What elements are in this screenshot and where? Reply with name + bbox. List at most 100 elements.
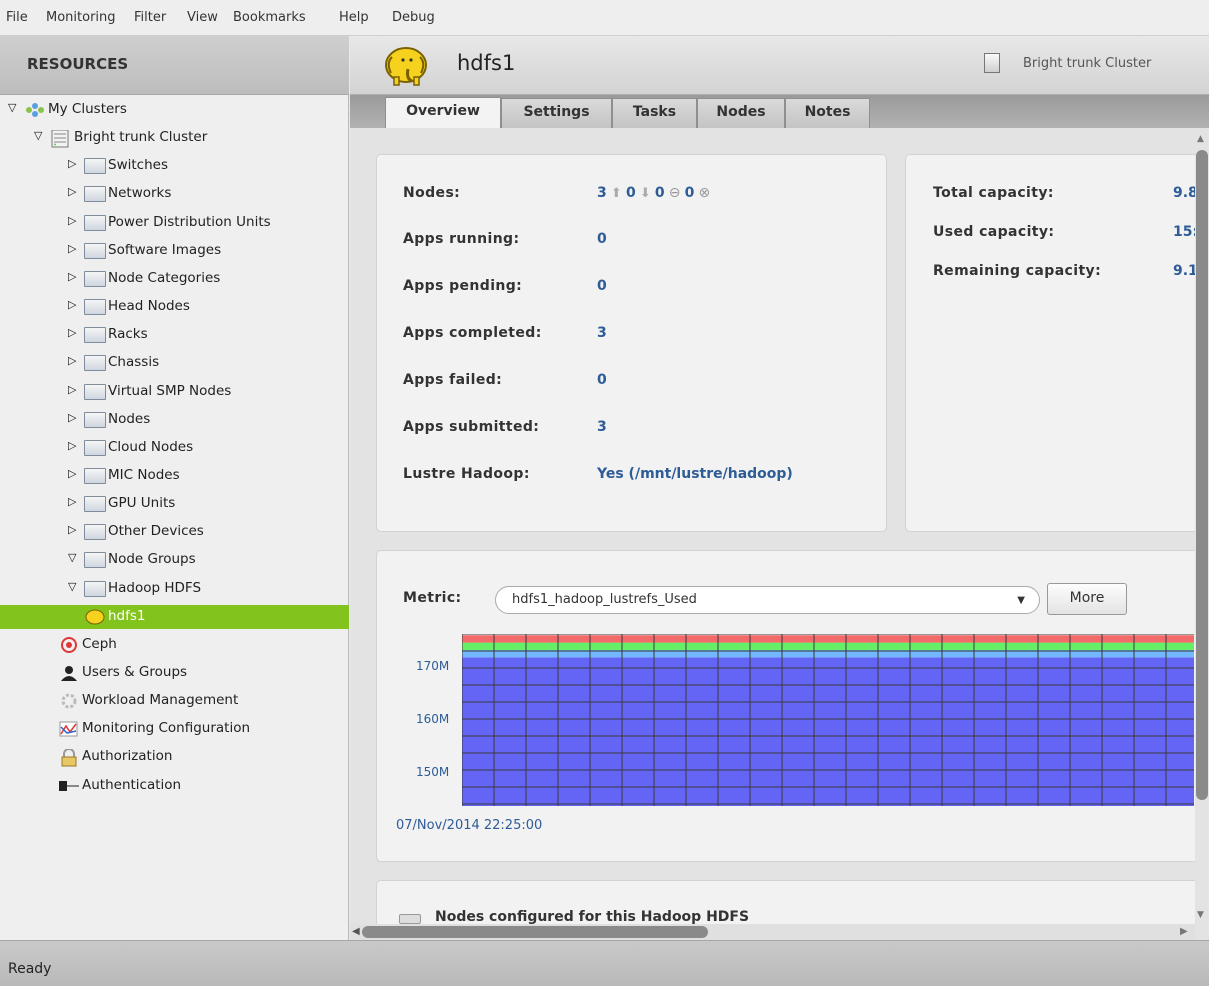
tab-settings[interactable]: Settings xyxy=(501,98,612,128)
tree-item-software-images[interactable]: ▷ Software Images xyxy=(0,239,349,263)
collapse-toggle-icon[interactable]: ▽ xyxy=(68,551,76,564)
tree-item-authentication[interactable]: Authentication xyxy=(0,774,349,798)
expand-toggle-icon[interactable]: ▷ xyxy=(68,214,76,227)
tree-item-label: Ceph xyxy=(82,635,117,652)
menu-help[interactable]: Help xyxy=(339,10,369,25)
menu-view[interactable]: View xyxy=(187,10,218,25)
folder-icon xyxy=(84,355,106,372)
tree-item-monitoring-configuration[interactable]: Monitoring Configuration xyxy=(0,717,349,741)
tab-nodes[interactable]: Nodes xyxy=(697,98,785,128)
menu-debug[interactable]: Debug xyxy=(392,10,435,25)
collapse-toggle-icon[interactable]: ▽ xyxy=(34,129,42,142)
nodes-failed-count: 0 xyxy=(684,185,695,201)
tree-item-label: hdfs1 xyxy=(108,607,146,624)
collapse-toggle-icon[interactable]: ▽ xyxy=(8,101,16,114)
expand-toggle-icon[interactable]: ▷ xyxy=(68,439,76,452)
tree-item-cloud-nodes[interactable]: ▷ Cloud Nodes xyxy=(0,436,349,460)
menu-bookmarks[interactable]: Bookmarks xyxy=(233,10,306,25)
tree-item-my-clusters[interactable]: ▽ My Clusters xyxy=(0,98,349,122)
tree-item-switches[interactable]: ▷ Switches xyxy=(0,154,349,178)
overview-content: Nodes: 3 ⬆ 0 ⬇ 0 ⊖ 0 ⊗ Apps running: 0 App… xyxy=(350,128,1209,940)
expand-toggle-icon[interactable]: ▷ xyxy=(68,270,76,283)
tree-item-hdfs1[interactable]: hdfs1 xyxy=(0,604,349,629)
nodes-down-count: 0 xyxy=(625,185,636,201)
tab-bar: Overview Settings Tasks Nodes Notes xyxy=(350,95,1209,128)
menu-filter[interactable]: Filter xyxy=(134,10,166,25)
server-icon xyxy=(399,914,421,924)
folder-icon xyxy=(84,411,106,428)
tree-item-label: Hadoop HDFS xyxy=(108,579,202,596)
tree-item-power-distribution-units[interactable]: ▷ Power Distribution Units xyxy=(0,211,349,235)
tree-item-node-groups[interactable]: ▽ Node Groups xyxy=(0,548,349,572)
expand-toggle-icon[interactable]: ▷ xyxy=(68,354,76,367)
metric-select[interactable]: hdfs1_hadoop_lustrefs_Used ▼ xyxy=(495,586,1040,614)
collapse-toggle-icon[interactable]: ▽ xyxy=(68,580,76,593)
hadoop-elephant-icon xyxy=(385,47,427,86)
tree-item-gpu-units[interactable]: ▷ GPU Units xyxy=(0,492,349,516)
nodes-status: 3 ⬆ 0 ⬇ 0 ⊖ 0 ⊗ xyxy=(597,185,710,201)
expand-toggle-icon[interactable]: ▷ xyxy=(68,298,76,311)
nodes-up-count: 3 xyxy=(597,185,607,201)
menu-file[interactable]: File xyxy=(6,10,28,25)
scroll-right-icon[interactable]: ▶ xyxy=(1180,926,1188,937)
y-tick-label: 150M xyxy=(416,765,450,779)
tree-item-label: MIC Nodes xyxy=(108,466,180,483)
expand-toggle-icon[interactable]: ▷ xyxy=(68,523,76,536)
main-header: hdfs1 Bright trunk Cluster xyxy=(350,36,1209,95)
tab-overview[interactable]: Overview xyxy=(385,97,501,128)
tree-item-workload-management[interactable]: Workload Management xyxy=(0,689,349,713)
tree-item-users-groups[interactable]: Users & Groups xyxy=(0,661,349,685)
tree-item-nodes[interactable]: ▷ Nodes xyxy=(0,408,349,432)
stat-value: 3 xyxy=(597,419,607,435)
tree-item-virtual-smp-nodes[interactable]: ▷ Virtual SMP Nodes xyxy=(0,380,349,404)
tree-item-label: Racks xyxy=(108,326,148,343)
horizontal-scroll-thumb[interactable] xyxy=(362,926,708,938)
tree-item-bright-trunk-cluster[interactable]: ▽ Bright trunk Cluster xyxy=(0,126,349,150)
stat-value: Yes (/mnt/lustre/hadoop) xyxy=(597,466,793,482)
expand-toggle-icon[interactable]: ▷ xyxy=(68,242,76,255)
more-button[interactable]: More xyxy=(1047,583,1127,615)
stat-label: Apps pending: xyxy=(403,278,523,294)
tree-item-racks[interactable]: ▷ Racks xyxy=(0,323,349,347)
tree-item-networks[interactable]: ▷ Networks xyxy=(0,182,349,206)
expand-toggle-icon[interactable]: ▷ xyxy=(68,157,76,170)
tree-item-chassis[interactable]: ▷ Chassis xyxy=(0,351,349,375)
expand-toggle-icon[interactable]: ▷ xyxy=(68,185,76,198)
folder-icon xyxy=(84,158,106,175)
tree-item-label: Node Groups xyxy=(108,551,196,568)
expand-toggle-icon[interactable]: ▷ xyxy=(68,467,76,480)
stat-value: 0 xyxy=(597,231,607,247)
metric-label: Metric: xyxy=(403,590,462,606)
vertical-scroll-thumb[interactable] xyxy=(1196,150,1208,800)
user-icon xyxy=(58,665,80,681)
scroll-down-icon[interactable]: ▼ xyxy=(1197,910,1204,920)
expand-toggle-icon[interactable]: ▷ xyxy=(68,383,76,396)
horizontal-scrollbar[interactable]: ◀ ▶ xyxy=(350,924,1195,940)
tab-tasks[interactable]: Tasks xyxy=(612,98,697,128)
tree-item-head-nodes[interactable]: ▷ Head Nodes xyxy=(0,295,349,319)
expand-toggle-icon[interactable]: ▷ xyxy=(68,495,76,508)
stat-label: Apps completed: xyxy=(403,325,542,341)
scroll-up-icon[interactable]: ▲ xyxy=(1197,134,1204,144)
tree-item-other-devices[interactable]: ▷ Other Devices xyxy=(0,520,349,544)
tree-item-hadoop-hdfs[interactable]: ▽ Hadoop HDFS xyxy=(0,577,349,601)
expand-toggle-icon[interactable]: ▷ xyxy=(68,326,76,339)
vertical-scrollbar[interactable]: ▲ ▼ xyxy=(1195,128,1209,940)
folder-icon xyxy=(84,242,106,259)
tree-item-ceph[interactable]: Ceph xyxy=(0,633,349,657)
clusters-icon xyxy=(24,102,46,118)
gear-icon xyxy=(58,693,80,709)
folder-icon xyxy=(84,270,106,287)
menu-monitoring[interactable]: Monitoring xyxy=(46,10,116,25)
tree-item-label: Users & Groups xyxy=(82,664,188,680)
folder-icon xyxy=(84,299,106,316)
hadoop-elephant-icon xyxy=(84,609,106,625)
scroll-left-icon[interactable]: ◀ xyxy=(352,926,360,937)
tree-item-mic-nodes[interactable]: ▷ MIC Nodes xyxy=(0,464,349,488)
cluster-link[interactable]: Bright trunk Cluster xyxy=(1023,56,1151,71)
tree-item-node-categories[interactable]: ▷ Node Categories xyxy=(0,267,349,291)
tab-notes[interactable]: Notes xyxy=(785,98,870,128)
tree-item-authorization[interactable]: Authorization xyxy=(0,745,349,769)
expand-toggle-icon[interactable]: ▷ xyxy=(68,411,76,424)
nodes-closed-count: 0 xyxy=(654,185,665,201)
